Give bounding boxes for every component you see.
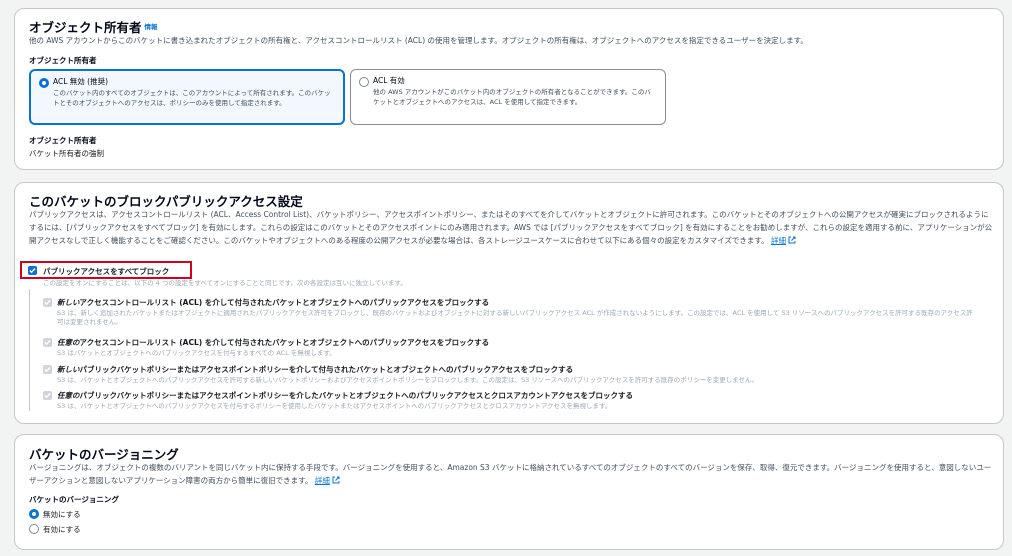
block-new-policy-checkbox[interactable] — [43, 365, 52, 374]
block-public-access-desc: パブリックアクセスは、アクセスコントロールリスト (ACL、Access Con… — [29, 210, 993, 245]
versioning-field-label: バケットのバージョニング — [29, 495, 119, 504]
versioning-disable-label: 無効にする — [43, 510, 81, 519]
versioning-desc: バージョニングは、オブジェクトの複数のバリアントを同じバケット内に保持する手段で… — [29, 463, 992, 485]
versioning-enable-radio[interactable] — [29, 524, 39, 534]
versioning-disable-radio[interactable] — [29, 509, 39, 519]
external-link-icon — [332, 476, 340, 484]
info-link[interactable]: 情報 — [145, 23, 158, 31]
block-all-label: パブリックアクセスをすべてブロック — [43, 267, 170, 276]
block-any-policy-checkbox[interactable] — [43, 391, 52, 400]
object-ownership-desc: 他の AWS アカウントからこのバケットに書き込まれたオブジェクトの所有権と、ア… — [29, 36, 808, 45]
block-any-policy-label: 任意のパブリックバケットポリシーまたはアクセスポイントポリシーを介したバケットと… — [57, 391, 633, 400]
acl-disabled-title: ACL 無効 (推奨) — [53, 77, 109, 86]
block-any-acl-desc: S3 はバケットとオブジェクトへのパブリックアクセスを付与するすべての ACL … — [57, 349, 336, 357]
block-all-checkbox[interactable] — [28, 266, 37, 275]
object-owner-result-label: オブジェクト所有者 — [29, 136, 97, 145]
object-ownership-panel: オブジェクト所有者 情報 他の AWS アカウントからこのバケットに書き込まれたオ… — [14, 8, 1004, 170]
versioning-panel: バケットのバージョニング バージョニングは、オブジェクトの複数のバリアントを同じ… — [14, 434, 1004, 550]
acl-enabled-desc: 他の AWS アカウントがこのバケット内のオブジェクトの所有者となることができま… — [373, 88, 651, 106]
block-new-acl-desc: S3 は、新しく追加されたバケットまたはオブジェクトに適用されたパブリックアクセ… — [57, 309, 973, 326]
learn-more-link[interactable]: 詳細 — [771, 236, 786, 245]
block-new-acl-checkbox[interactable] — [43, 298, 52, 307]
acl-disabled-radio[interactable] — [39, 78, 49, 88]
acl-enabled-tile[interactable]: ACL 有効 他の AWS アカウントがこのバケット内のオブジェクトの所有者とな… — [350, 69, 666, 125]
block-any-acl-checkbox[interactable] — [43, 338, 52, 347]
versioning-learn-more-link[interactable]: 詳細 — [315, 476, 330, 485]
block-all-desc: この設定をオンにすることは、以下の 4 つの設定をすべてオンにすることと同じです… — [43, 279, 407, 287]
acl-disabled-desc: このバケット内のすべてのオブジェクトは、このアカウントによって所有されます。この… — [53, 89, 331, 107]
block-new-policy-label: 新しいパブリックバケットポリシーまたはアクセスポイントポリシーを介して付与された… — [57, 365, 574, 374]
acl-enabled-radio[interactable] — [359, 77, 369, 87]
external-link-icon — [788, 236, 796, 244]
acl-disabled-tile[interactable]: ACL 無効 (推奨) このバケット内のすべてのオブジェクトは、このアカウントに… — [29, 69, 345, 125]
versioning-enable-label: 有効にする — [43, 525, 81, 534]
object-owner-result-value: バケット所有者の強制 — [29, 149, 104, 158]
block-new-policy-desc: S3 は、バケットとオブジェクトへのパブリックアクセスを許可する新しいバケットポ… — [57, 376, 759, 384]
block-any-acl-label: 任意のアクセスコントロールリスト (ACL) を介して付与されたバケットとオブジ… — [57, 338, 490, 347]
block-new-acl-label: 新しいアクセスコントロールリスト (ACL) を介して付与されたバケットとオブジ… — [57, 298, 490, 307]
object-ownership-field-label: オブジェクト所有者 — [29, 56, 97, 65]
block-any-policy-desc: S3 は、バケットとオブジェクトへのパブリックアクセスを付与するポリシーを使用し… — [57, 402, 612, 410]
acl-enabled-title: ACL 有効 — [373, 76, 405, 85]
block-public-access-panel: このバケットのブロックパブリックアクセス設定 パブリックアクセスは、アクセスコン… — [14, 182, 1004, 424]
